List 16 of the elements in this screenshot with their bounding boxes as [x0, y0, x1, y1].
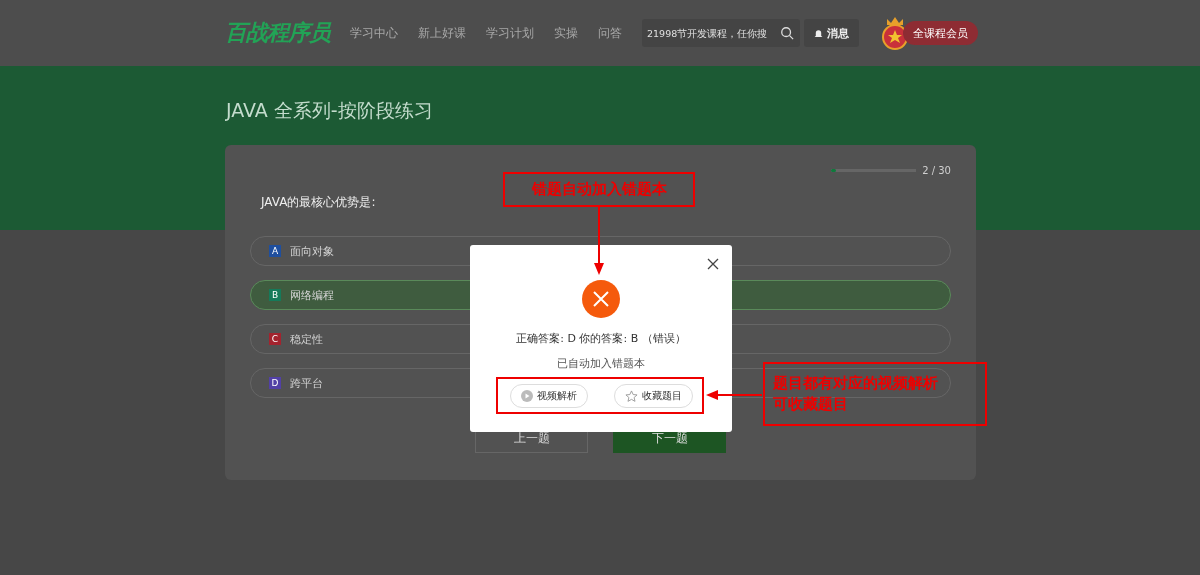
callout-text: 错题自动加入错题本	[503, 172, 695, 207]
question-text: JAVA的最核心优势是:	[261, 194, 377, 211]
callout-text: 可收藏题目	[773, 394, 848, 415]
option-letter: B	[269, 289, 281, 301]
callout-text: 题目都有对应的视频解析	[773, 373, 938, 394]
option-letter: A	[269, 245, 281, 257]
option-letter: D	[269, 377, 281, 389]
option-text: 跨平台	[290, 375, 323, 391]
note-text: 已自动加入错题本	[557, 356, 645, 371]
result-text: 正确答案: D 你的答案: B （错误）	[516, 331, 686, 346]
progress-count: 2 / 30	[922, 165, 951, 176]
page-title: JAVA 全系列-按阶段练习	[226, 98, 434, 123]
option-text: 面向对象	[290, 243, 334, 259]
option-text: 稳定性	[290, 331, 323, 347]
option-letter: C	[269, 333, 281, 345]
option-text: 网络编程	[290, 287, 334, 303]
